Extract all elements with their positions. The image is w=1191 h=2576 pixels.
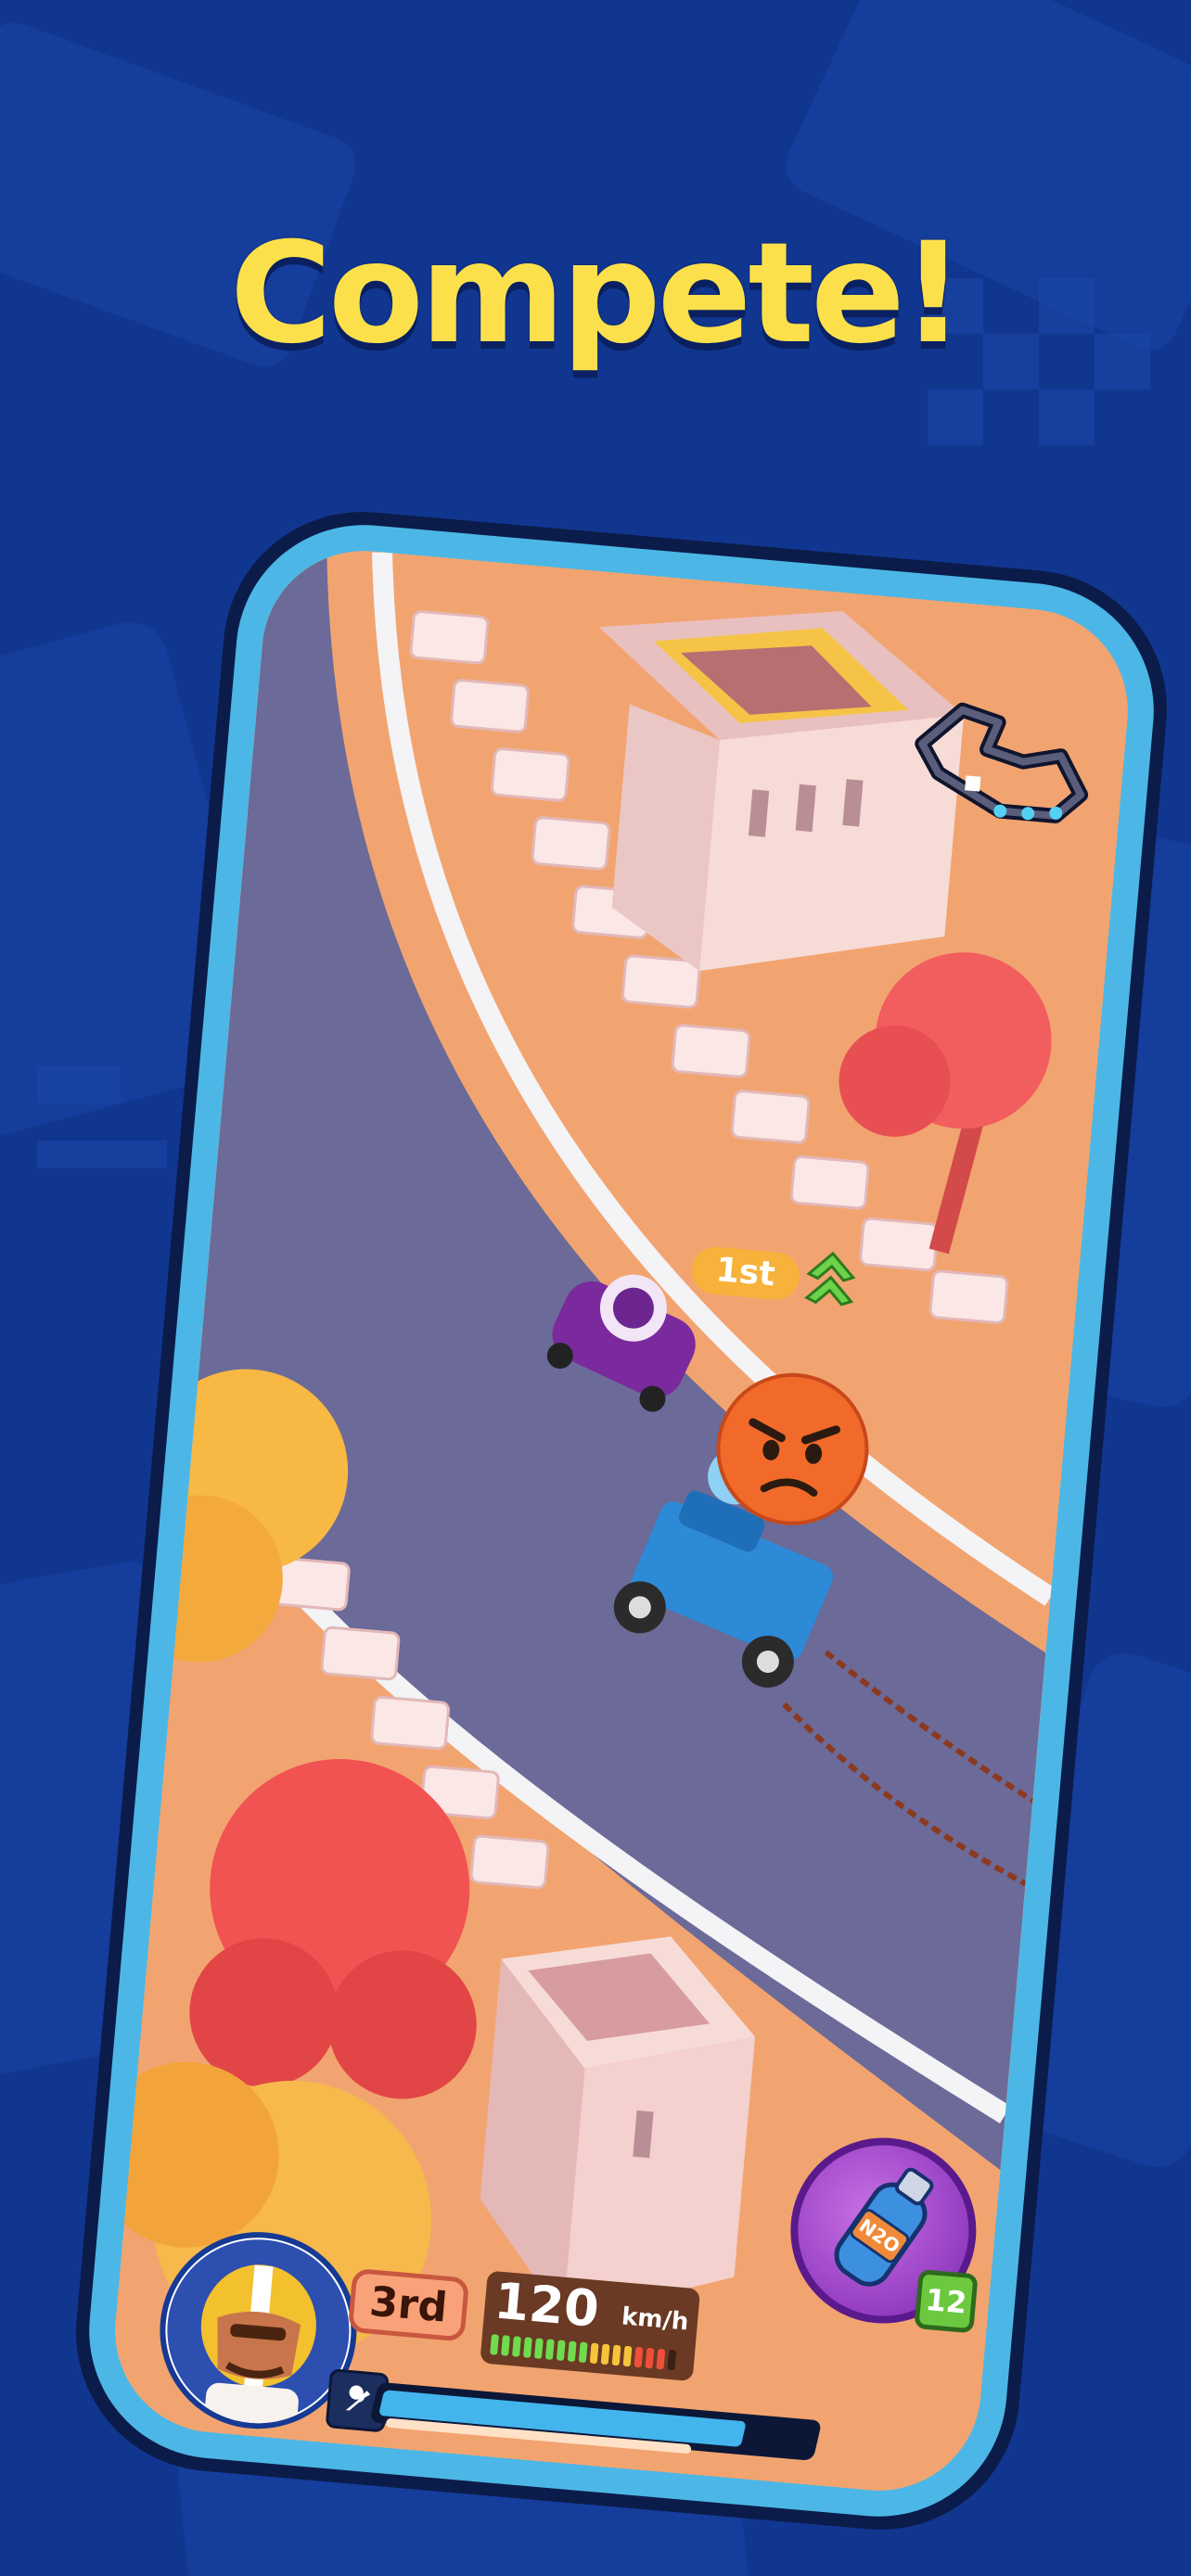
- game-screen: 1st N2O 12 3rd 120 km/h: [107, 542, 1136, 2499]
- speed-meter-segment: [490, 2334, 499, 2355]
- double-chevron-up-icon: [804, 1251, 856, 1307]
- speed-unit: km/h: [620, 2302, 690, 2337]
- speed-meter-segment: [645, 2347, 655, 2369]
- speed-meter-segment: [589, 2342, 599, 2365]
- headline-compete: Compete!: [229, 213, 965, 375]
- player-position-badge: 3rd: [347, 2267, 469, 2342]
- speed-meter-segment: [512, 2336, 521, 2357]
- speed-meter-segment: [501, 2335, 510, 2356]
- speed-meter-segment: [600, 2343, 610, 2366]
- nitro-count-badge: 12: [914, 2269, 979, 2334]
- speed-meter-segment: [544, 2339, 555, 2360]
- phone-mockup: 1st N2O 12 3rd 120 km/h: [64, 500, 1179, 2542]
- speed-meter-segment: [656, 2348, 666, 2370]
- speed-meter-segment: [578, 2341, 588, 2364]
- speed-meter-segment: [567, 2340, 577, 2363]
- angry-face-icon: [716, 1372, 869, 1525]
- speed-meter-segment: [556, 2340, 566, 2362]
- speed-value: 120: [492, 2271, 602, 2339]
- boost-progress-bar: [369, 2381, 823, 2461]
- speed-meter-segment: [522, 2337, 532, 2358]
- nitro-boost-button[interactable]: N2O 12: [783, 2130, 984, 2334]
- speed-meter-segment: [667, 2349, 677, 2371]
- speed-meter-segment: [533, 2338, 544, 2359]
- speed-meter-segment: [634, 2346, 644, 2368]
- speedometer-panel: 120 km/h: [480, 2270, 701, 2382]
- speed-meter: [490, 2334, 677, 2371]
- speed-meter-segment: [622, 2345, 633, 2367]
- speed-meter-segment: [611, 2344, 621, 2366]
- track-minimap: [915, 702, 1089, 823]
